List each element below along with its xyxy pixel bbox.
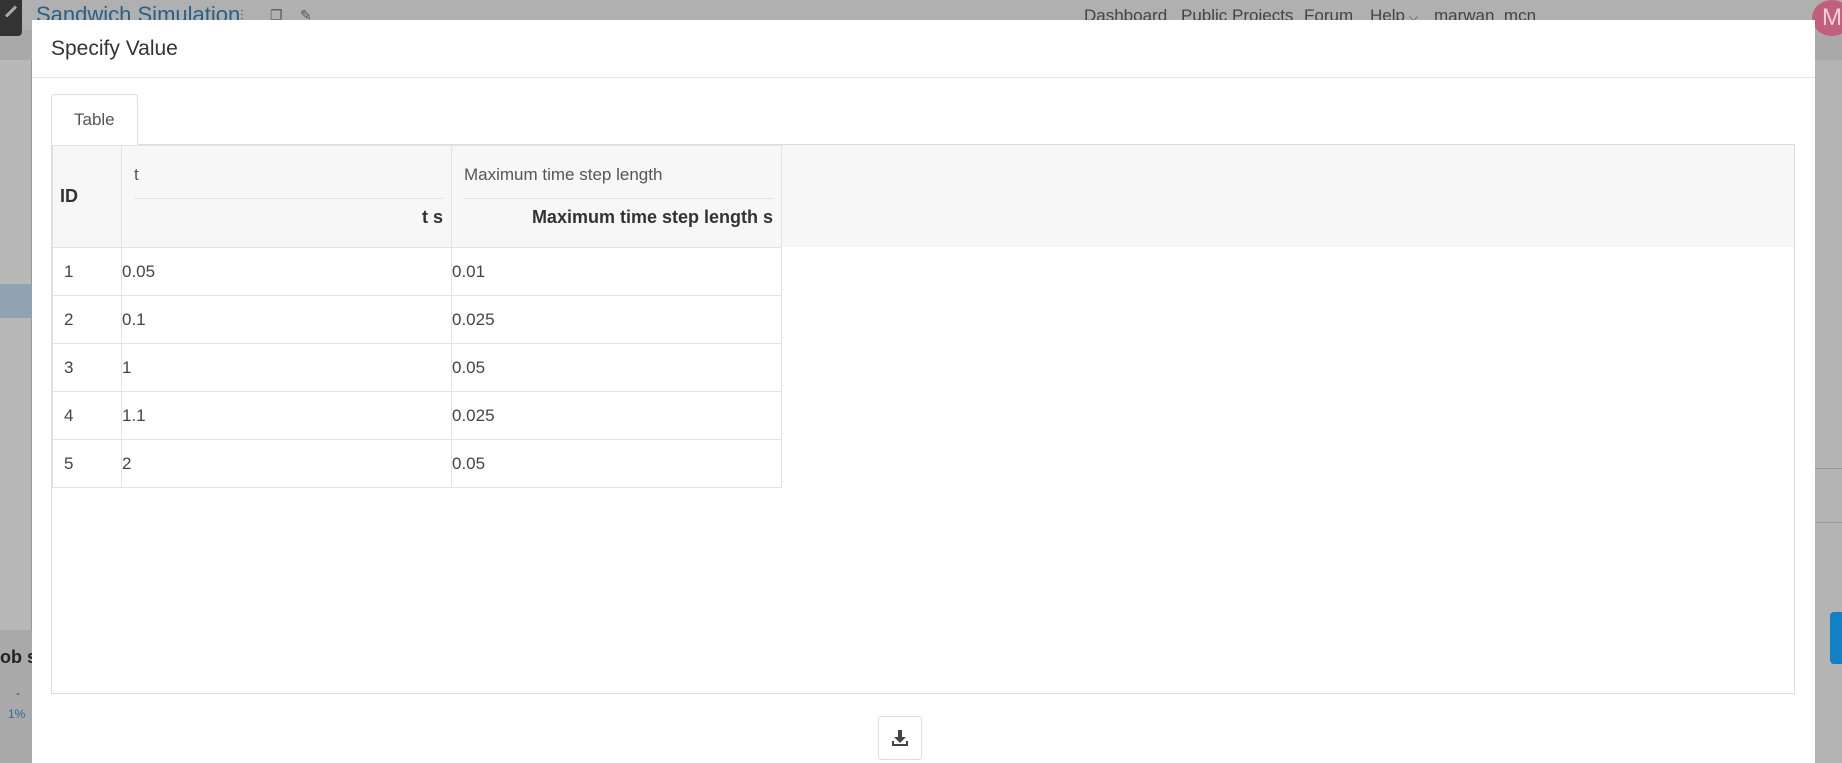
table-row: 1 0.05 0.01 bbox=[52, 247, 782, 296]
cell-max-time-step[interactable]: 0.025 bbox=[451, 295, 782, 344]
background-action-button bbox=[1830, 612, 1842, 664]
background-divider bbox=[1815, 522, 1842, 523]
cell-t[interactable]: 0.05 bbox=[121, 247, 452, 296]
cell-max-time-step[interactable]: 0.025 bbox=[451, 391, 782, 440]
cell-id: 3 bbox=[52, 343, 122, 392]
background-sidebar-selected bbox=[0, 284, 32, 318]
dialog-title: Specify Value bbox=[51, 36, 178, 60]
table-panel: ID t t s Maximum time step length Maximu… bbox=[51, 144, 1795, 694]
tab-table[interactable]: Table bbox=[51, 94, 138, 145]
value-table: ID t t s Maximum time step length Maximu… bbox=[52, 145, 782, 488]
table-row: 2 0.1 0.025 bbox=[52, 295, 782, 344]
avatar: M bbox=[1812, 0, 1842, 36]
cell-t[interactable]: 2 bbox=[121, 439, 452, 488]
cell-max-time-step[interactable]: 0.05 bbox=[451, 439, 782, 488]
cell-t[interactable]: 1 bbox=[121, 343, 452, 392]
background-job-progress: 1% bbox=[8, 707, 26, 721]
table-row: 4 1.1 0.025 bbox=[52, 391, 782, 440]
cell-t[interactable]: 1.1 bbox=[121, 391, 452, 440]
dialog-header: Specify Value bbox=[32, 20, 1815, 78]
cell-max-time-step[interactable]: 0.05 bbox=[451, 343, 782, 392]
background-sidebar bbox=[0, 60, 32, 630]
header-divider bbox=[464, 197, 773, 199]
background-job-dash: - bbox=[16, 686, 20, 700]
cell-id: 4 bbox=[52, 391, 122, 440]
header-divider bbox=[134, 197, 443, 199]
column-header-max-time-step[interactable]: Maximum time step length Maximum time st… bbox=[451, 145, 782, 248]
app-logo bbox=[0, 0, 22, 36]
column-name-t: t bbox=[134, 164, 139, 184]
cell-id: 5 bbox=[52, 439, 122, 488]
cell-id: 1 bbox=[52, 247, 122, 296]
column-header-id: ID bbox=[52, 145, 122, 248]
cell-max-time-step[interactable]: 0.01 bbox=[451, 247, 782, 296]
cell-t[interactable]: 0.1 bbox=[121, 295, 452, 344]
table-row: 3 1 0.05 bbox=[52, 343, 782, 392]
background-divider bbox=[1815, 468, 1842, 469]
download-button[interactable] bbox=[878, 716, 922, 760]
download-icon bbox=[892, 730, 908, 746]
specify-value-dialog: Specify Value Table ID t t s Maximum tim… bbox=[32, 20, 1815, 763]
dialog-tabs: Table bbox=[51, 94, 138, 145]
cell-id: 2 bbox=[52, 295, 122, 344]
column-header-t[interactable]: t t s bbox=[121, 145, 452, 248]
column-name-max-time-step: Maximum time step length bbox=[464, 164, 663, 184]
column-label-t: t s bbox=[421, 206, 443, 227]
column-label-max-time-step: Maximum time step length s bbox=[531, 206, 773, 227]
table-row: 5 2 0.05 bbox=[52, 439, 782, 488]
